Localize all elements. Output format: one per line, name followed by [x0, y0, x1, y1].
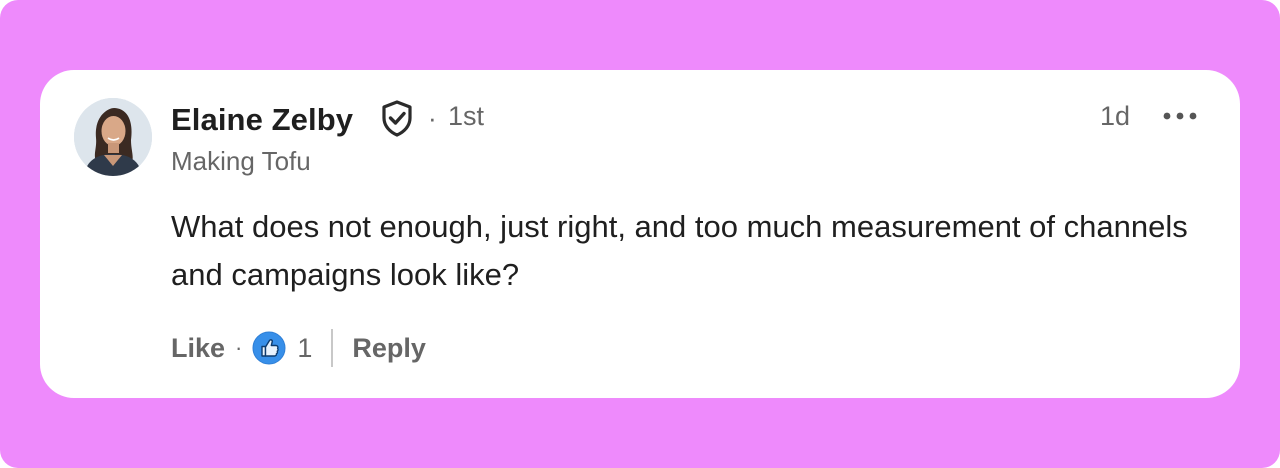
action-divider [331, 329, 334, 367]
author-headline: Making Tofu [171, 146, 311, 176]
connection-degree: 1st [448, 101, 485, 131]
comment-text: What does not enough, just right, and to… [171, 209, 1188, 292]
page-frame: Elaine Zelby · 1st Making Tofu 1d What d… [0, 0, 1280, 468]
like-thumbs-up-icon[interactable] [252, 331, 286, 365]
reaction-count[interactable]: 1 [297, 333, 312, 364]
profile-photo [74, 98, 152, 176]
verified-shield-check-icon [382, 100, 412, 137]
more-horizontal-icon[interactable] [1160, 106, 1200, 126]
like-button[interactable]: Like [171, 333, 225, 364]
comment-actions: Like · 1 Reply [171, 328, 426, 368]
comment-timestamp: 1d [1100, 101, 1131, 131]
separator-dot: · [428, 103, 437, 133]
action-separator-dot: · [235, 335, 243, 360]
comment-card: Elaine Zelby · 1st Making Tofu 1d What d… [40, 70, 1240, 398]
author-name[interactable]: Elaine Zelby [171, 102, 353, 138]
avatar[interactable] [74, 98, 152, 176]
reply-button[interactable]: Reply [352, 333, 426, 364]
